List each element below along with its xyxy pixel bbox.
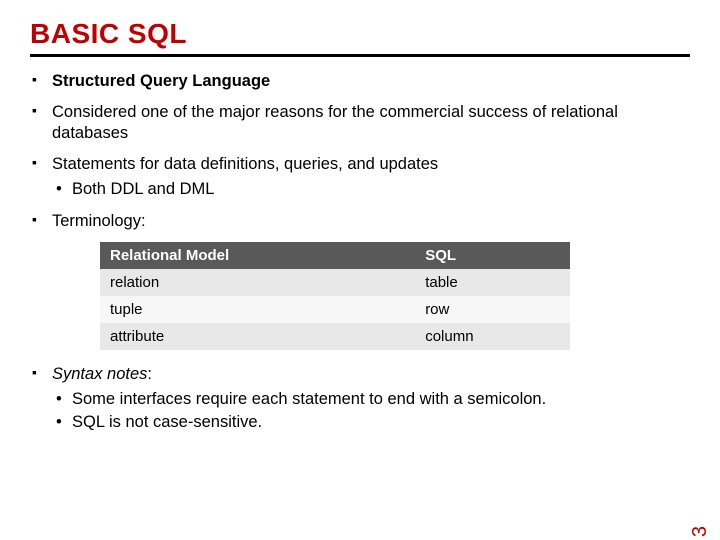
table-header-cell: Relational Model	[100, 242, 415, 269]
bullet-item: Syntax notes: Some interfaces require ea…	[30, 364, 690, 433]
bullet-text: Considered one of the major reasons for …	[52, 103, 618, 142]
sub-bullet-item: SQL is not case-sensitive.	[52, 412, 690, 433]
bullet-list: Syntax notes: Some interfaces require ea…	[30, 364, 690, 433]
slide: BASIC SQL Structured Query Language Cons…	[0, 0, 720, 433]
table-cell: attribute	[100, 323, 415, 350]
sub-list: Both DDL and DML	[52, 179, 690, 200]
bullet-list: Structured Query Language Considered one…	[30, 71, 690, 232]
sub-bullet-text: Some interfaces require each statement t…	[72, 390, 546, 408]
terminology-table: Relational Model SQL relation table tupl…	[100, 242, 570, 350]
table-cell: relation	[100, 269, 415, 296]
sub-bullet-text: Both DDL and DML	[72, 180, 214, 198]
slide-title: BASIC SQL	[30, 18, 690, 50]
sub-bullet-text: SQL is not case-sensitive.	[72, 413, 262, 431]
table-cell: table	[415, 269, 570, 296]
bullet-text: Terminology:	[52, 212, 146, 230]
bullet-text: Structured Query Language	[52, 72, 270, 90]
page-number: 3	[689, 526, 712, 537]
bullet-lead: Syntax notes	[52, 365, 147, 383]
bullet-item: Terminology:	[30, 211, 690, 232]
table-row: attribute column	[100, 323, 570, 350]
bullet-item: Statements for data definitions, queries…	[30, 154, 690, 200]
table-header-cell: SQL	[415, 242, 570, 269]
sub-list: Some interfaces require each statement t…	[52, 389, 690, 433]
bullet-colon: :	[147, 365, 152, 383]
table-row: tuple row	[100, 296, 570, 323]
table-cell: tuple	[100, 296, 415, 323]
title-underline	[30, 54, 690, 57]
sub-bullet-item: Both DDL and DML	[52, 179, 690, 200]
bullet-text: Statements for data definitions, queries…	[52, 155, 438, 173]
sub-bullet-item: Some interfaces require each statement t…	[52, 389, 690, 410]
bullet-item: Structured Query Language	[30, 71, 690, 92]
table-cell: row	[415, 296, 570, 323]
terminology-table-wrap: Relational Model SQL relation table tupl…	[100, 242, 570, 350]
table-row: relation table	[100, 269, 570, 296]
bullet-item: Considered one of the major reasons for …	[30, 102, 690, 144]
table-header-row: Relational Model SQL	[100, 242, 570, 269]
table-cell: column	[415, 323, 570, 350]
